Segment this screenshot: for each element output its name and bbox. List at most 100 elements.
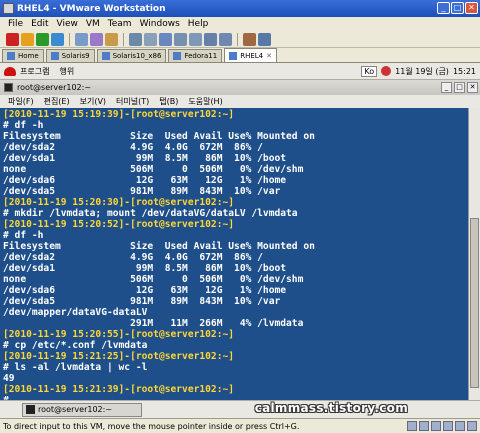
tab-solaris10-x86[interactable]: Solaris10_x86 (96, 49, 167, 62)
device-icons (407, 421, 477, 431)
menu-file[interactable]: File (8, 19, 23, 29)
ctrl-alt-del-icon[interactable] (258, 32, 271, 46)
snapshot-icon[interactable] (75, 32, 88, 46)
maximize-button[interactable]: □ (451, 2, 464, 14)
close-button[interactable]: ✕ (465, 2, 478, 14)
full-screen-icon[interactable] (159, 32, 172, 46)
terminal-scrollbar[interactable] (468, 108, 480, 400)
terminal-output-line: /dev/sda5 981M 89M 843M 10% /var (3, 296, 281, 307)
revert-icon[interactable] (90, 32, 103, 46)
menu-help[interactable]: Help (188, 19, 209, 29)
terminal-close-button[interactable]: ✕ (467, 82, 478, 93)
window-controls: _ □ ✕ (437, 2, 478, 14)
terminal-output-line: # ls -al /lvmdata | wc -l (3, 362, 148, 373)
home-icon (7, 52, 15, 60)
quick-switch-icon[interactable] (144, 32, 157, 46)
menu-actions[interactable]: 행위 (59, 66, 74, 77)
menu-applications[interactable]: 프로그램 (20, 66, 49, 77)
terminal-output-line: /dev/sda1 99M 8.5M 86M 10% /boot (3, 153, 287, 164)
vm-icon (50, 52, 59, 60)
status-message: To direct input to this VM, move the mou… (3, 421, 300, 431)
vmware-toolbar (0, 31, 480, 48)
terminal-output-line: 49 (3, 373, 15, 384)
terminal-prompt-line: [2010-11-19 15:20:52]-[root@server102:~] (3, 219, 235, 230)
cdrom-icon[interactable] (419, 421, 429, 431)
appliance-view-icon[interactable] (219, 32, 232, 46)
terminal-prompt-line: [2010-11-19 15:21:39]-[root@server102:~] (3, 384, 235, 395)
terminal-output-line: none 506M 0 506M 0% /dev/shm (3, 274, 304, 285)
toolbar-separator (237, 32, 238, 46)
terminal-prompt-line: [2010-11-19 15:20:55]-[root@server102:~] (3, 329, 235, 340)
terminal-window-controls: _ □ ✕ (441, 82, 478, 93)
terminal-output-line: 291M 11M 266M 4% /lvmdata (3, 318, 304, 329)
vmware-app-icon (3, 3, 14, 14)
terminal-output-line: /dev/sda1 99M 8.5M 86M 10% /boot (3, 263, 287, 274)
vm-icon (229, 51, 238, 60)
window-title: RHEL4 - VMware Workstation (17, 3, 166, 14)
terminal-menu-help[interactable]: 도움말(H) (188, 96, 222, 107)
close-tab-icon[interactable]: ✕ (266, 52, 272, 60)
power-on-icon[interactable] (36, 32, 49, 46)
sound-icon[interactable] (467, 421, 477, 431)
terminal-prompt-line: [2010-11-19 15:20:30]-[root@server102:~] (3, 197, 235, 208)
suspend-icon[interactable] (21, 32, 34, 46)
power-off-icon[interactable] (6, 32, 19, 46)
usb-icon[interactable] (455, 421, 465, 431)
minimize-button[interactable]: _ (437, 2, 450, 14)
watermark: calmmass.tistory.com (254, 401, 408, 415)
panel-tray: Ko 11월 19일 (금) 15:21 (361, 65, 476, 77)
terminal-menu-view[interactable]: 보기(V) (80, 96, 106, 107)
terminal-output-line: /dev/sda5 981M 89M 843M 10% /var (3, 186, 281, 197)
terminal-output-line: # df -h (3, 120, 44, 131)
vm-tab-strip: Home Solaris9 Solaris10_x86 Fedora11 RHE… (0, 48, 480, 63)
toolbar-separator (69, 32, 70, 46)
tab-home[interactable]: Home (2, 49, 44, 62)
guest-taskbar: root@server102:~ (0, 400, 480, 418)
redhat-icon (4, 66, 16, 76)
tab-fedora11[interactable]: Fedora11 (168, 49, 223, 62)
menu-vm[interactable]: VM (86, 19, 100, 29)
guest-top-panel: 프로그램 행위 Ko 11월 19일 (금) 15:21 (0, 63, 480, 80)
unity-icon[interactable] (174, 32, 187, 46)
terminal-output-line: Filesystem Size Used Avail Use% Mounted … (3, 241, 315, 252)
terminal-icon (26, 405, 35, 414)
terminal-title: root@server102:~ (17, 83, 92, 92)
sidebar-icon[interactable] (129, 32, 142, 46)
terminal-output-line: /dev/sda6 12G 63M 12G 1% /home (3, 285, 287, 296)
terminal-prompt-line: [2010-11-19 15:19:39]-[root@server102:~] (3, 109, 235, 120)
panel-date[interactable]: 11월 19일 (금) (395, 66, 449, 77)
terminal-output-line: /dev/sda2 4.9G 4.0G 672M 86% / (3, 252, 263, 263)
console-icon[interactable] (204, 32, 217, 46)
terminal-menu-file[interactable]: 파일(F) (8, 96, 34, 107)
menu-team[interactable]: Team (108, 19, 132, 29)
taskbar-terminal-item[interactable]: root@server102:~ (22, 402, 142, 417)
terminal-output-line: # df -h (3, 230, 44, 241)
menu-edit[interactable]: Edit (31, 19, 48, 29)
menu-view[interactable]: View (57, 19, 78, 29)
terminal-output[interactable]: [2010-11-19 15:19:39]-[root@server102:~]… (0, 108, 468, 400)
terminal-menu-terminal[interactable]: 터미널(T) (116, 96, 149, 107)
terminal-output-line: Filesystem Size Used Avail Use% Mounted … (3, 131, 315, 142)
snapshot-manager-icon[interactable] (105, 32, 118, 46)
floppy-icon[interactable] (431, 421, 441, 431)
terminal-menu-edit[interactable]: 편집(E) (44, 96, 70, 107)
terminal-menu-tabs[interactable]: 탭(B) (159, 96, 178, 107)
tab-rhel4[interactable]: RHEL4 ✕ (224, 48, 277, 62)
scrollbar-thumb[interactable] (470, 218, 479, 388)
terminal-output-line: /dev/sda6 12G 63M 12G 1% /home (3, 175, 287, 186)
capture-movie-icon[interactable] (243, 32, 256, 46)
summary-icon[interactable] (189, 32, 202, 46)
reset-icon[interactable] (51, 32, 64, 46)
terminal-maximize-button[interactable]: □ (454, 82, 465, 93)
tab-solaris9[interactable]: Solaris9 (45, 49, 95, 62)
vm-icon (173, 52, 182, 60)
panel-time[interactable]: 15:21 (453, 67, 476, 76)
vmware-menubar: File Edit View VM Team Windows Help (0, 17, 480, 31)
terminal-titlebar: root@server102:~ _ □ ✕ (0, 80, 480, 95)
terminal-minimize-button[interactable]: _ (441, 82, 452, 93)
network-icon[interactable] (443, 421, 453, 431)
hdd-icon[interactable] (407, 421, 417, 431)
menu-windows[interactable]: Windows (140, 19, 180, 29)
vmware-statusbar: To direct input to this VM, move the mou… (0, 418, 480, 433)
keyboard-indicator[interactable]: Ko (361, 65, 378, 77)
